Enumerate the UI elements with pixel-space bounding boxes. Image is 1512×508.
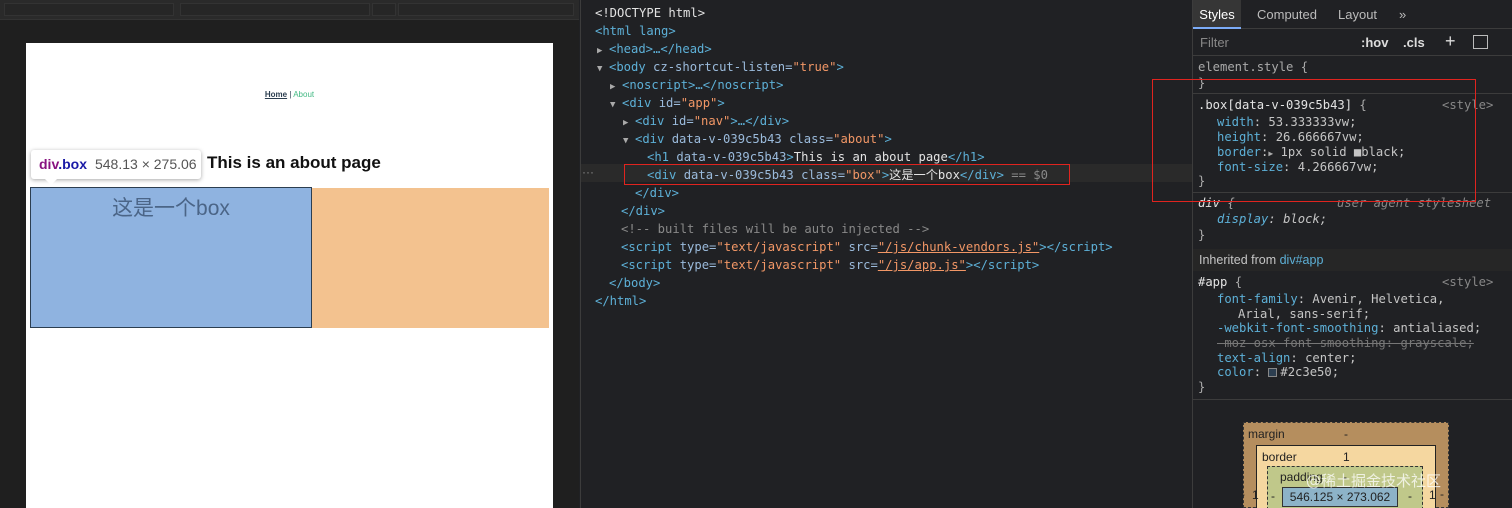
toolbar-cell <box>180 3 370 16</box>
padding-left-value: - <box>1271 489 1275 503</box>
dom-line-div-nav[interactable]: ▶ <div id="nav">…</div> <box>623 112 789 130</box>
app-rule-selector[interactable]: #app { <box>1198 275 1242 290</box>
inherited-header: Inherited from div#app <box>1193 249 1512 271</box>
dom-line-div-close[interactable]: </div> <box>621 202 665 220</box>
new-rule-button[interactable]: + <box>1445 31 1456 52</box>
tab-computed[interactable]: Computed <box>1257 0 1317 29</box>
dom-line-doctype[interactable]: <!DOCTYPE html> <box>595 4 705 22</box>
app-rule-moz-smoothing[interactable]: -moz-osx-font-smoothing: grayscale; <box>1217 336 1474 351</box>
margin-left-value: - <box>1241 487 1245 501</box>
tab-styles[interactable]: Styles <box>1193 0 1241 29</box>
styles-filter-bar: Filter :hov .cls + <box>1193 30 1512 56</box>
filter-input[interactable]: Filter <box>1200 35 1229 50</box>
styles-tabbar: Styles Computed Layout » <box>1193 0 1512 29</box>
dom-line-body-close[interactable]: </body> <box>609 274 660 292</box>
collapse-triangle-icon[interactable]: ▼ <box>597 60 609 78</box>
styles-panel[interactable]: Styles Computed Layout » Filter :hov .cl… <box>1192 0 1512 508</box>
collapse-triangle-icon[interactable]: ▼ <box>623 132 635 150</box>
rule-close: } <box>1198 380 1206 394</box>
margin-highlight <box>312 188 549 328</box>
dom-line-comment[interactable]: <!-- built files will be auto injected -… <box>621 220 929 238</box>
dom-line-html-close[interactable]: </html> <box>595 292 646 310</box>
collapse-triangle-icon[interactable]: ▼ <box>610 96 622 114</box>
app-rule-font-family-cont: Arial, sans-serif; <box>1238 307 1371 321</box>
annotation-box-dom <box>624 164 1070 185</box>
page-viewport: Home | About This is an about page 这是一个b… <box>0 0 579 508</box>
elements-panel[interactable]: <!DOCTYPE html> <html lang> ▶ <head>…</he… <box>580 0 1192 508</box>
padding-right-value: - <box>1408 489 1412 503</box>
dom-line-head[interactable]: ▶ <head>…</head> <box>597 40 712 58</box>
cls-button[interactable]: .cls <box>1403 35 1425 50</box>
dom-line-body[interactable]: ▼ <body cz-shortcut-listen="true"> <box>597 58 844 76</box>
toolbar-cell <box>372 3 396 16</box>
toolbar-cell <box>398 3 574 16</box>
tooltip-class: .box <box>58 156 87 172</box>
rendered-page: Home | About This is an about page 这是一个b… <box>26 43 553 508</box>
toolbar-strip <box>0 0 579 20</box>
nav-about-link[interactable]: About <box>293 90 314 99</box>
dom-line-script-app[interactable]: <script type="text/javascript" src="/js/… <box>621 256 1039 274</box>
dom-line-div-close[interactable]: </div> <box>635 184 679 202</box>
hov-button[interactable]: :hov <box>1361 35 1388 50</box>
box-model-diagram[interactable]: margin - border 1 padding - - 546.125 × … <box>1241 422 1449 508</box>
app-rule-text-align[interactable]: text-align: center; <box>1217 351 1356 366</box>
margin-value: - <box>1344 427 1348 441</box>
dom-line-script-vendors[interactable]: <script type="text/javascript" src="/js/… <box>621 238 1113 256</box>
dom-line-div-about[interactable]: ▼ <div data-v-039c5b43 class="about"> <box>623 130 892 148</box>
app-rule-color[interactable]: color: #2c3e50; <box>1217 365 1339 380</box>
tab-layout[interactable]: Layout <box>1338 0 1377 29</box>
nav-home-link[interactable]: Home <box>265 90 287 99</box>
more-dots-icon[interactable]: ··· <box>582 165 594 179</box>
border-left-value: 1 <box>1252 488 1259 502</box>
dom-line-div-app[interactable]: ▼ <div id="app"> <box>610 94 725 112</box>
div-rule-display[interactable]: display: block; <box>1217 212 1327 227</box>
page-title: This is an about page <box>207 153 381 172</box>
border-value: 1 <box>1343 450 1350 464</box>
page-nav: Home | About <box>26 90 553 99</box>
inspect-tooltip: div.box 548.13 × 275.06 <box>31 150 201 185</box>
toggle-sidebar-icon[interactable] <box>1473 35 1488 49</box>
element-style-rule[interactable]: element.style { <box>1198 60 1308 75</box>
margin-label: margin <box>1248 427 1285 441</box>
toolbar-cell <box>4 3 174 16</box>
more-tabs-icon[interactable]: » <box>1399 0 1406 29</box>
border-label: border <box>1262 450 1297 464</box>
tooltip-tag: div <box>39 156 59 172</box>
tooltip-dimensions: 548.13 × 275.06 <box>94 156 197 172</box>
rule-close: } <box>1198 228 1206 242</box>
highlighted-box[interactable]: 这是一个box <box>30 187 312 328</box>
app-rule-source-link[interactable]: <style> <box>1442 275 1493 290</box>
color-swatch-icon[interactable] <box>1268 368 1278 377</box>
dom-line-html[interactable]: <html lang> <box>595 22 676 40</box>
watermark: @稀土掘金技术社区 <box>1306 472 1442 490</box>
annotation-box-styles <box>1152 79 1476 202</box>
inherited-link[interactable]: div#app <box>1280 253 1324 267</box>
divider <box>1193 399 1512 400</box>
app-rule-font-family[interactable]: font-family: Avenir, Helvetica, <box>1217 292 1444 307</box>
app-rule-webkit-smoothing[interactable]: -webkit-font-smoothing: antialiased; <box>1217 321 1481 336</box>
dom-line-noscript[interactable]: ▶ <noscript>…</noscript> <box>610 76 783 94</box>
